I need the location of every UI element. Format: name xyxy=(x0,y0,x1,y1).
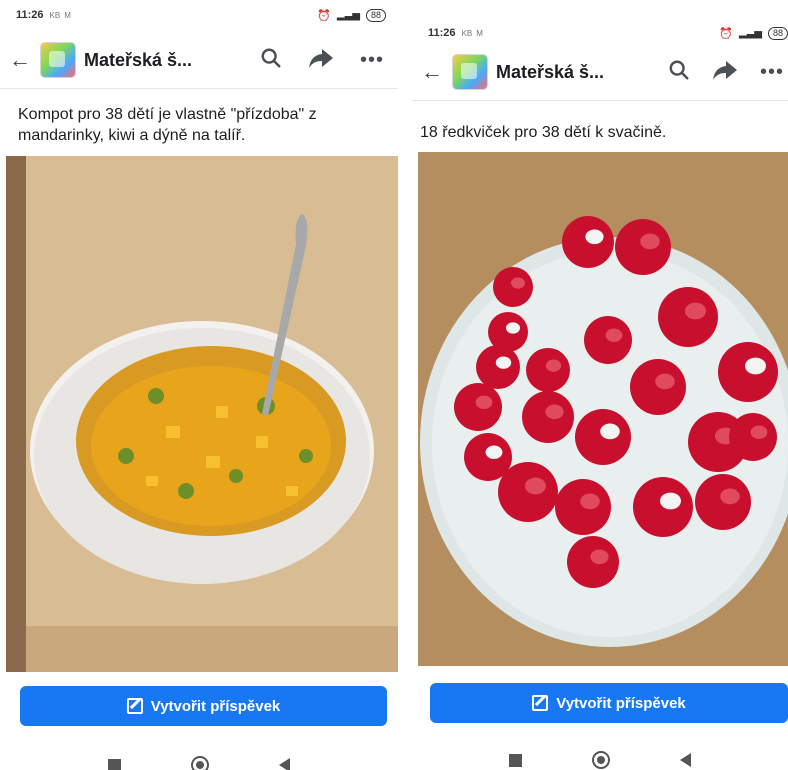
radish xyxy=(498,462,558,522)
radish-highlight xyxy=(590,549,609,565)
radish-highlight xyxy=(506,322,520,334)
status-time: 11:26 xyxy=(428,27,456,39)
radish-highlight xyxy=(495,356,512,369)
share-icon[interactable] xyxy=(712,59,738,86)
radish xyxy=(555,479,611,535)
radish-photo[interactable] xyxy=(418,152,788,666)
radish xyxy=(695,474,751,530)
radish xyxy=(493,267,533,307)
radish-highlight xyxy=(585,229,604,245)
home-icon[interactable] xyxy=(191,756,209,770)
radish xyxy=(522,391,574,443)
mail-icon: M xyxy=(476,28,483,38)
radish xyxy=(633,477,693,537)
radish-highlight xyxy=(750,425,768,439)
share-icon[interactable] xyxy=(308,47,334,74)
radish xyxy=(584,316,632,364)
mail-icon: M xyxy=(64,10,71,20)
status-time: 11:26 xyxy=(16,9,44,21)
radish-highlight xyxy=(511,277,525,289)
create-post-label: Vytvořit příspěvek xyxy=(150,697,281,715)
post-text: 18 ředkviček pro 38 dětí k svačině. xyxy=(420,124,667,141)
alarm-icon: ⏰ xyxy=(317,9,331,22)
network-label: KB xyxy=(461,28,473,38)
status-bar: 11:26 KB M ⏰ ▂▃▅ 88 xyxy=(0,2,398,28)
app-bar: ← Mateřská š... ••• xyxy=(0,38,398,82)
page-avatar[interactable] xyxy=(40,42,76,78)
radish xyxy=(615,219,671,275)
radish xyxy=(658,287,718,347)
radish-highlight xyxy=(580,493,600,510)
nav-back-icon[interactable] xyxy=(279,758,290,770)
left-phone-screen: 11:26 KB M ⏰ ▂▃▅ 88 ← Mateřská š... ••• … xyxy=(0,0,398,770)
create-post-button[interactable]: Vytvořit příspěvek xyxy=(430,683,788,723)
more-options-icon[interactable]: ••• xyxy=(360,49,384,72)
radish-highlight xyxy=(485,445,503,459)
radish-highlight xyxy=(660,492,681,510)
page-avatar[interactable] xyxy=(452,54,488,90)
create-post-button[interactable]: Vytvořit příspěvek xyxy=(20,686,387,726)
radish-highlight xyxy=(545,404,564,420)
radish xyxy=(567,536,619,588)
appbar-divider xyxy=(412,100,788,101)
radish-highlight xyxy=(605,328,623,342)
search-icon[interactable] xyxy=(668,59,690,86)
status-bar: 11:26 KB M ⏰ ▂▃▅ 88 xyxy=(412,20,788,46)
battery-indicator: 88 xyxy=(365,8,386,22)
more-options-icon[interactable]: ••• xyxy=(760,61,784,84)
radish-highlight xyxy=(720,488,740,505)
kompot-photo[interactable] xyxy=(6,156,398,672)
back-arrow-icon[interactable]: ← xyxy=(412,59,452,85)
edit-icon xyxy=(126,698,143,714)
network-label: KB xyxy=(49,10,61,20)
appbar-divider xyxy=(0,88,398,89)
android-nav-bar xyxy=(0,745,398,770)
recents-icon[interactable] xyxy=(509,753,522,767)
radish xyxy=(718,342,778,402)
radish-highlight xyxy=(525,477,546,495)
edit-icon xyxy=(532,695,549,711)
radish xyxy=(630,359,686,415)
radish xyxy=(562,216,614,268)
radish xyxy=(729,413,777,461)
battery-indicator: 88 xyxy=(767,26,788,40)
back-arrow-icon[interactable]: ← xyxy=(0,47,40,73)
recents-icon[interactable] xyxy=(108,758,121,770)
radish xyxy=(476,345,520,389)
search-icon[interactable] xyxy=(260,47,282,74)
post-text: Kompot pro 38 dětí je vlastně "přízdoba"… xyxy=(18,106,317,144)
page-title[interactable]: Mateřská š... xyxy=(496,62,604,83)
radish xyxy=(575,409,631,465)
radish xyxy=(454,383,502,431)
right-phone-screen: 11:26 KB M ⏰ ▂▃▅ 88 ← Mateřská š... ••• … xyxy=(412,0,788,770)
radish-highlight xyxy=(640,233,660,250)
create-post-label: Vytvořit příspěvek xyxy=(556,694,686,712)
alarm-icon: ⏰ xyxy=(719,27,733,40)
page-title[interactable]: Mateřská š... xyxy=(84,50,192,71)
radish-highlight xyxy=(600,423,620,440)
app-bar: ← Mateřská š... ••• xyxy=(412,50,788,94)
radish xyxy=(526,348,570,392)
signal-icon: ▂▃▅ xyxy=(336,9,360,21)
radish-highlight xyxy=(745,357,766,375)
radish-highlight xyxy=(475,395,493,409)
android-nav-bar xyxy=(412,740,788,770)
nav-back-icon[interactable] xyxy=(680,753,691,767)
radish-highlight xyxy=(655,373,675,390)
home-icon[interactable] xyxy=(592,751,610,769)
radish-highlight xyxy=(685,302,706,320)
signal-icon: ▂▃▅ xyxy=(738,27,762,39)
radish-highlight xyxy=(545,359,562,372)
